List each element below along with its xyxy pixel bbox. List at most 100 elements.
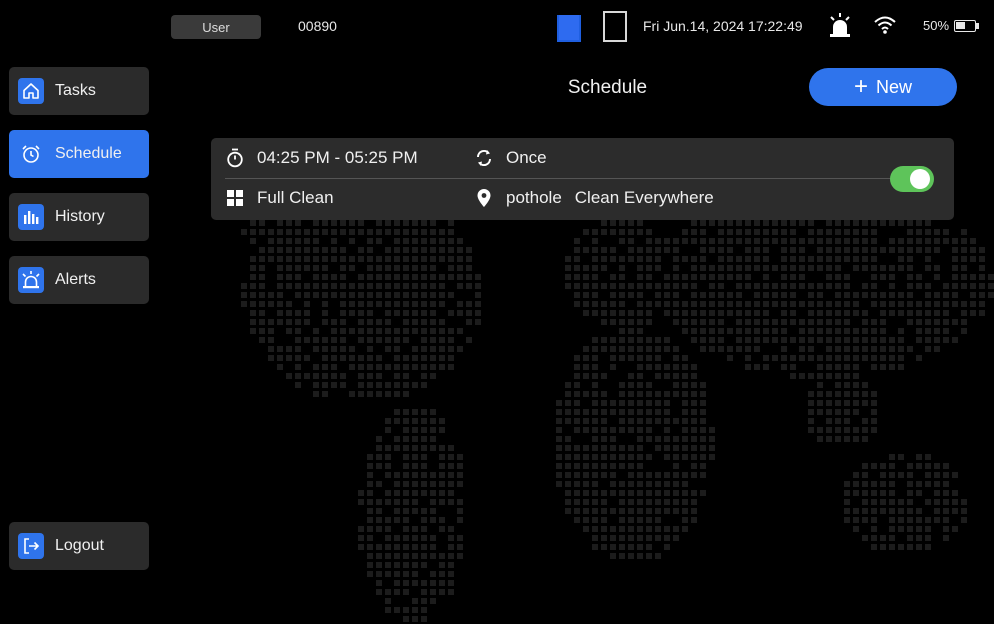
map-dot — [655, 508, 661, 514]
map-dot — [628, 400, 634, 406]
map-dot — [844, 220, 850, 226]
map-dot — [403, 490, 409, 496]
map-dot — [673, 490, 679, 496]
map-dot — [826, 256, 832, 262]
map-dot — [412, 436, 418, 442]
map-dot — [610, 220, 616, 226]
map-dot — [394, 256, 400, 262]
sidebar-item-history[interactable]: History — [9, 193, 149, 241]
map-dot — [916, 319, 922, 325]
map-dot — [619, 445, 625, 451]
map-dot — [871, 274, 877, 280]
map-dot — [898, 328, 904, 334]
map-dot — [250, 238, 256, 244]
map-dot — [412, 328, 418, 334]
schedule-enable-toggle[interactable] — [890, 166, 934, 192]
alarm-siren-icon[interactable] — [829, 12, 851, 38]
map-dot — [313, 229, 319, 235]
new-schedule-button[interactable]: + New — [809, 68, 957, 106]
map-dot — [790, 355, 796, 361]
map-dot — [268, 292, 274, 298]
map-dot — [565, 418, 571, 424]
schedule-card[interactable]: 04:25 PM - 05:25 PM Once Full Clean poth… — [211, 138, 954, 220]
map-dot — [934, 319, 940, 325]
map-dot — [835, 238, 841, 244]
map-dot — [808, 400, 814, 406]
map-dot — [331, 274, 337, 280]
map-dot — [421, 355, 427, 361]
map-dot — [898, 355, 904, 361]
map-dot — [754, 301, 760, 307]
map-dot — [619, 265, 625, 271]
map-dot — [754, 256, 760, 262]
map-dot — [313, 247, 319, 253]
map-dot — [421, 490, 427, 496]
map-dot — [340, 355, 346, 361]
map-dot — [610, 436, 616, 442]
robot-selected-icon[interactable] — [557, 11, 581, 42]
map-dot — [808, 409, 814, 415]
map-dot — [808, 310, 814, 316]
map-dot — [970, 292, 976, 298]
robot-unselected-icon[interactable] — [603, 11, 627, 42]
map-dot — [403, 454, 409, 460]
map-dot — [862, 283, 868, 289]
map-dot — [268, 319, 274, 325]
map-dot — [925, 238, 931, 244]
map-dot — [943, 472, 949, 478]
map-dot — [691, 292, 697, 298]
map-dot — [448, 337, 454, 343]
map-dot — [619, 274, 625, 280]
map-dot — [709, 265, 715, 271]
map-dot — [682, 418, 688, 424]
map-dot — [601, 265, 607, 271]
map-dot — [268, 337, 274, 343]
map-dot — [403, 256, 409, 262]
map-dot — [808, 328, 814, 334]
map-dot — [277, 283, 283, 289]
map-dot — [655, 472, 661, 478]
map-dot — [367, 391, 373, 397]
map-dot — [952, 238, 958, 244]
map-dot — [880, 544, 886, 550]
map-dot — [565, 283, 571, 289]
map-dot — [826, 220, 832, 226]
map-dot — [682, 436, 688, 442]
sidebar-item-schedule[interactable]: Schedule — [9, 130, 149, 178]
map-dot — [259, 274, 265, 280]
map-dot — [763, 247, 769, 253]
card-divider — [225, 178, 898, 179]
map-dot — [385, 607, 391, 613]
map-dot — [898, 220, 904, 226]
sidebar-item-tasks[interactable]: Tasks — [9, 67, 149, 115]
map-dot — [394, 274, 400, 280]
map-dot — [430, 490, 436, 496]
sidebar-item-alerts[interactable]: Alerts — [9, 256, 149, 304]
map-dot — [781, 346, 787, 352]
map-dot — [916, 535, 922, 541]
map-dot — [889, 364, 895, 370]
map-dot — [574, 490, 580, 496]
map-dot — [412, 580, 418, 586]
user-badge[interactable]: User — [171, 15, 261, 39]
map-dot — [790, 283, 796, 289]
map-dot — [610, 526, 616, 532]
map-dot — [430, 544, 436, 550]
map-dot — [907, 310, 913, 316]
map-dot — [439, 274, 445, 280]
map-dot — [358, 391, 364, 397]
map-dot — [934, 229, 940, 235]
map-dot — [844, 355, 850, 361]
map-dot — [286, 229, 292, 235]
map-dot — [682, 382, 688, 388]
map-dot — [637, 328, 643, 334]
map-dot — [592, 517, 598, 523]
map-dot — [259, 220, 265, 226]
map-dot — [745, 283, 751, 289]
map-dot — [601, 508, 607, 514]
map-dot — [367, 319, 373, 325]
map-dot — [682, 364, 688, 370]
map-dot — [682, 400, 688, 406]
map-dot — [808, 220, 814, 226]
logout-button[interactable]: Logout — [9, 522, 149, 570]
